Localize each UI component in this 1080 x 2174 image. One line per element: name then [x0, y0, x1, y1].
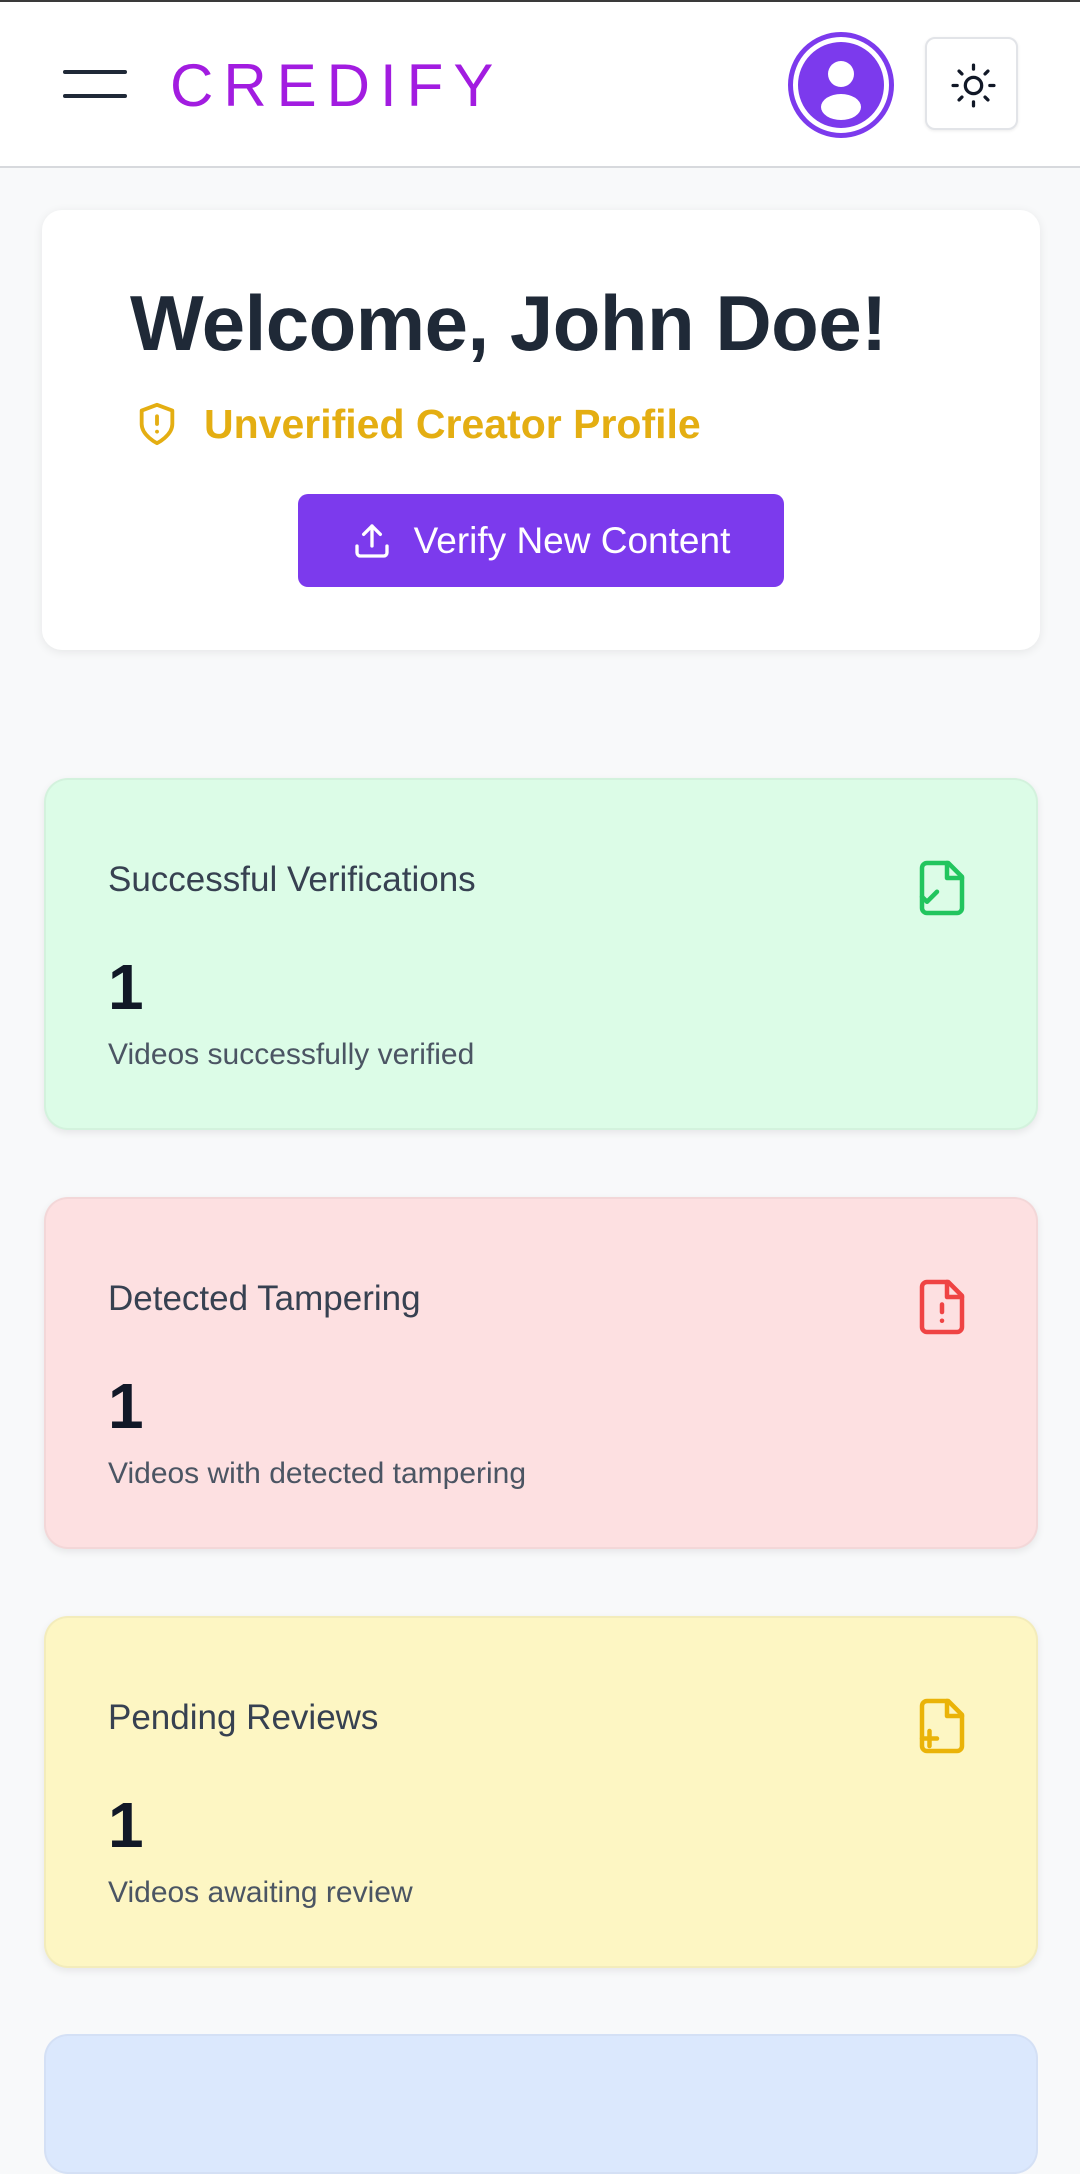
user-silhouette-icon — [821, 61, 861, 120]
file-plus-icon — [919, 1698, 965, 1754]
file-check-icon — [919, 860, 965, 916]
shield-alert-icon — [139, 402, 175, 446]
user-avatar-icon[interactable] — [788, 32, 894, 138]
welcome-card: Welcome, John Doe! Unverified Creator Pr… — [42, 210, 1040, 650]
verify-new-content-button[interactable]: Verify New Content — [298, 494, 784, 587]
additional-stat-card[interactable] — [44, 2034, 1038, 2174]
profile-status-text: Unverified Creator Profile — [204, 400, 701, 447]
welcome-title: Welcome, John Doe! — [130, 279, 887, 367]
top-navigation-bar: CREDIFY — [0, 0, 1080, 168]
theme-toggle-button[interactable] — [925, 37, 1018, 130]
detected-tampering-card[interactable]: Detected Tampering 1 Videos with detecte… — [44, 1197, 1038, 1549]
successful-verifications-card[interactable]: Successful Verifications 1 Videos succes… — [44, 778, 1038, 1130]
sun-icon — [951, 63, 996, 108]
stat-title: Detected Tampering — [108, 1279, 421, 1318]
upload-icon — [354, 523, 389, 558]
pending-reviews-card[interactable]: Pending Reviews 1 Videos awaiting review — [44, 1616, 1038, 1968]
stat-title: Pending Reviews — [108, 1698, 379, 1737]
stat-description: Videos with detected tampering — [108, 1457, 527, 1490]
stat-description: Videos awaiting review — [108, 1876, 413, 1909]
menu-line — [63, 70, 127, 74]
hamburger-menu-icon[interactable] — [50, 54, 140, 114]
stat-description: Videos successfully verified — [108, 1038, 475, 1071]
credify-logo[interactable]: CREDIFY — [170, 54, 520, 118]
stat-value: 1 — [108, 1370, 144, 1442]
stat-value: 1 — [108, 951, 144, 1023]
menu-line — [63, 94, 127, 98]
stat-value: 1 — [108, 1789, 144, 1861]
avatar-circle — [798, 42, 884, 128]
verify-button-label: Verify New Content — [413, 519, 731, 561]
file-alert-icon — [919, 1279, 965, 1335]
stat-title: Successful Verifications — [108, 860, 476, 899]
logo-text: CREDIFY — [170, 54, 503, 118]
profile-status: Unverified Creator Profile — [134, 394, 701, 454]
